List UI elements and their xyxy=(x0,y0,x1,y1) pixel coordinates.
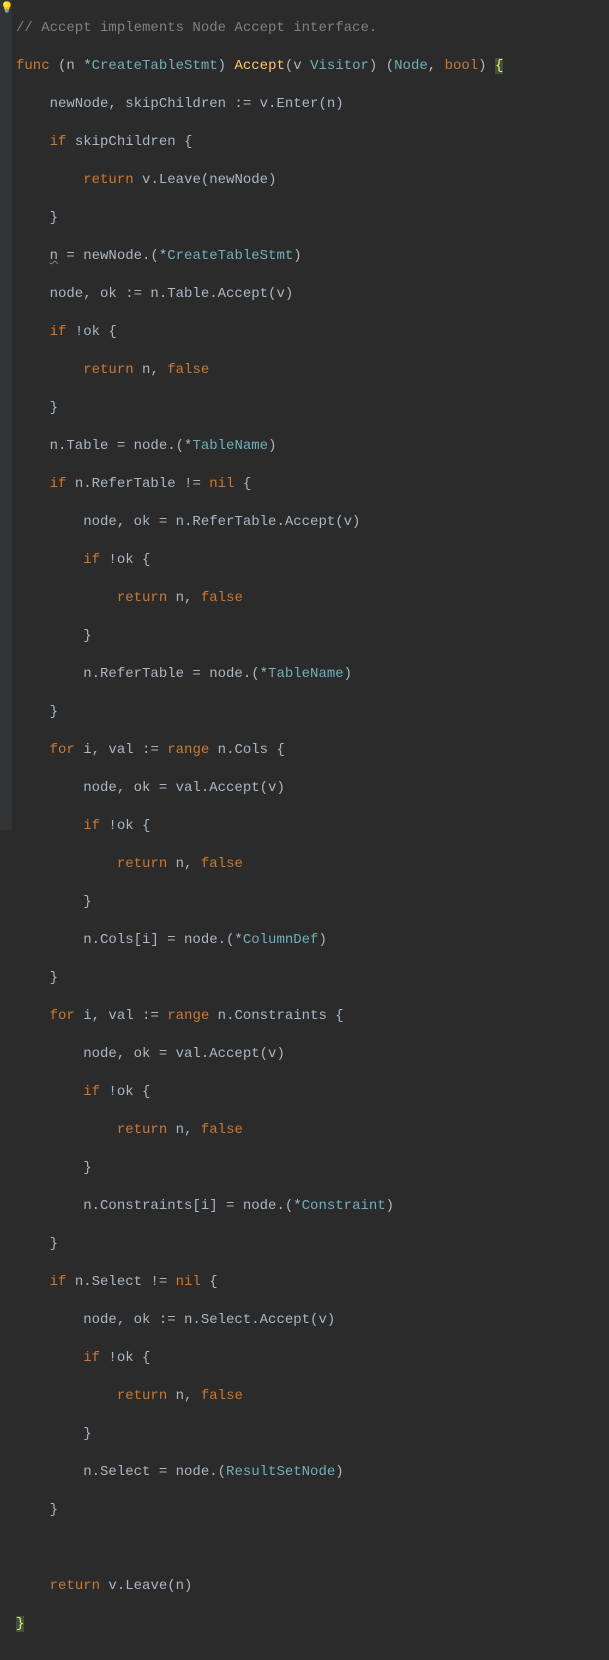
code-line xyxy=(16,1539,609,1558)
code-line: n = newNode.(*CreateTableStmt) xyxy=(16,247,609,266)
code-line: node, ok = val.Accept(v) xyxy=(16,1045,609,1064)
code-line: return v.Leave(n) xyxy=(16,1577,609,1596)
code-line: node, ok := n.Table.Accept(v) xyxy=(16,285,609,304)
code-line: return n, false xyxy=(16,1121,609,1140)
code-line: if n.ReferTable != nil { xyxy=(16,475,609,494)
code-line: } xyxy=(16,703,609,722)
code-line: return n, false xyxy=(16,855,609,874)
code-content[interactable]: // Accept implements Node Accept interfa… xyxy=(12,0,609,830)
code-line: } xyxy=(16,1615,609,1634)
code-line: node, ok = val.Accept(v) xyxy=(16,779,609,798)
code-line: } xyxy=(16,1425,609,1444)
gutter: 💡 xyxy=(0,0,12,830)
code-line: if !ok { xyxy=(16,323,609,342)
code-line: n.Cols[i] = node.(*ColumnDef) xyxy=(16,931,609,950)
code-line: n.ReferTable = node.(*TableName) xyxy=(16,665,609,684)
comment-line: // Accept implements Node Accept interfa… xyxy=(16,20,377,36)
code-line: n.Table = node.(*TableName) xyxy=(16,437,609,456)
code-line: node, ok = n.ReferTable.Accept(v) xyxy=(16,513,609,532)
func-signature: func (n *CreateTableStmt) Accept(v Visit… xyxy=(16,57,609,76)
code-line: } xyxy=(16,893,609,912)
code-line: } xyxy=(16,209,609,228)
code-line: } xyxy=(16,969,609,988)
code-line: if !ok { xyxy=(16,1349,609,1368)
code-line: for i, val := range n.Constraints { xyxy=(16,1007,609,1026)
code-line: } xyxy=(16,627,609,646)
code-line: } xyxy=(16,1235,609,1254)
code-line: return n, false xyxy=(16,589,609,608)
code-line: return n, false xyxy=(16,1387,609,1406)
code-line: return v.Leave(newNode) xyxy=(16,171,609,190)
code-line: if !ok { xyxy=(16,1083,609,1102)
code-line: for i, val := range n.Cols { xyxy=(16,741,609,760)
code-line: return n, false xyxy=(16,361,609,380)
code-line: } xyxy=(16,1159,609,1178)
code-line: } xyxy=(16,1501,609,1520)
code-line: } xyxy=(16,399,609,418)
code-line: if !ok { xyxy=(16,817,609,836)
code-line: if !ok { xyxy=(16,551,609,570)
code-line: if n.Select != nil { xyxy=(16,1273,609,1292)
code-line: newNode, skipChildren := v.Enter(n) xyxy=(16,95,609,114)
code-editor[interactable]: 💡 // Accept implements Node Accept inter… xyxy=(0,0,609,830)
code-line: node, ok := n.Select.Accept(v) xyxy=(16,1311,609,1330)
code-line: if skipChildren { xyxy=(16,133,609,152)
code-line: n.Constraints[i] = node.(*Constraint) xyxy=(16,1197,609,1216)
code-line: n.Select = node.(ResultSetNode) xyxy=(16,1463,609,1482)
